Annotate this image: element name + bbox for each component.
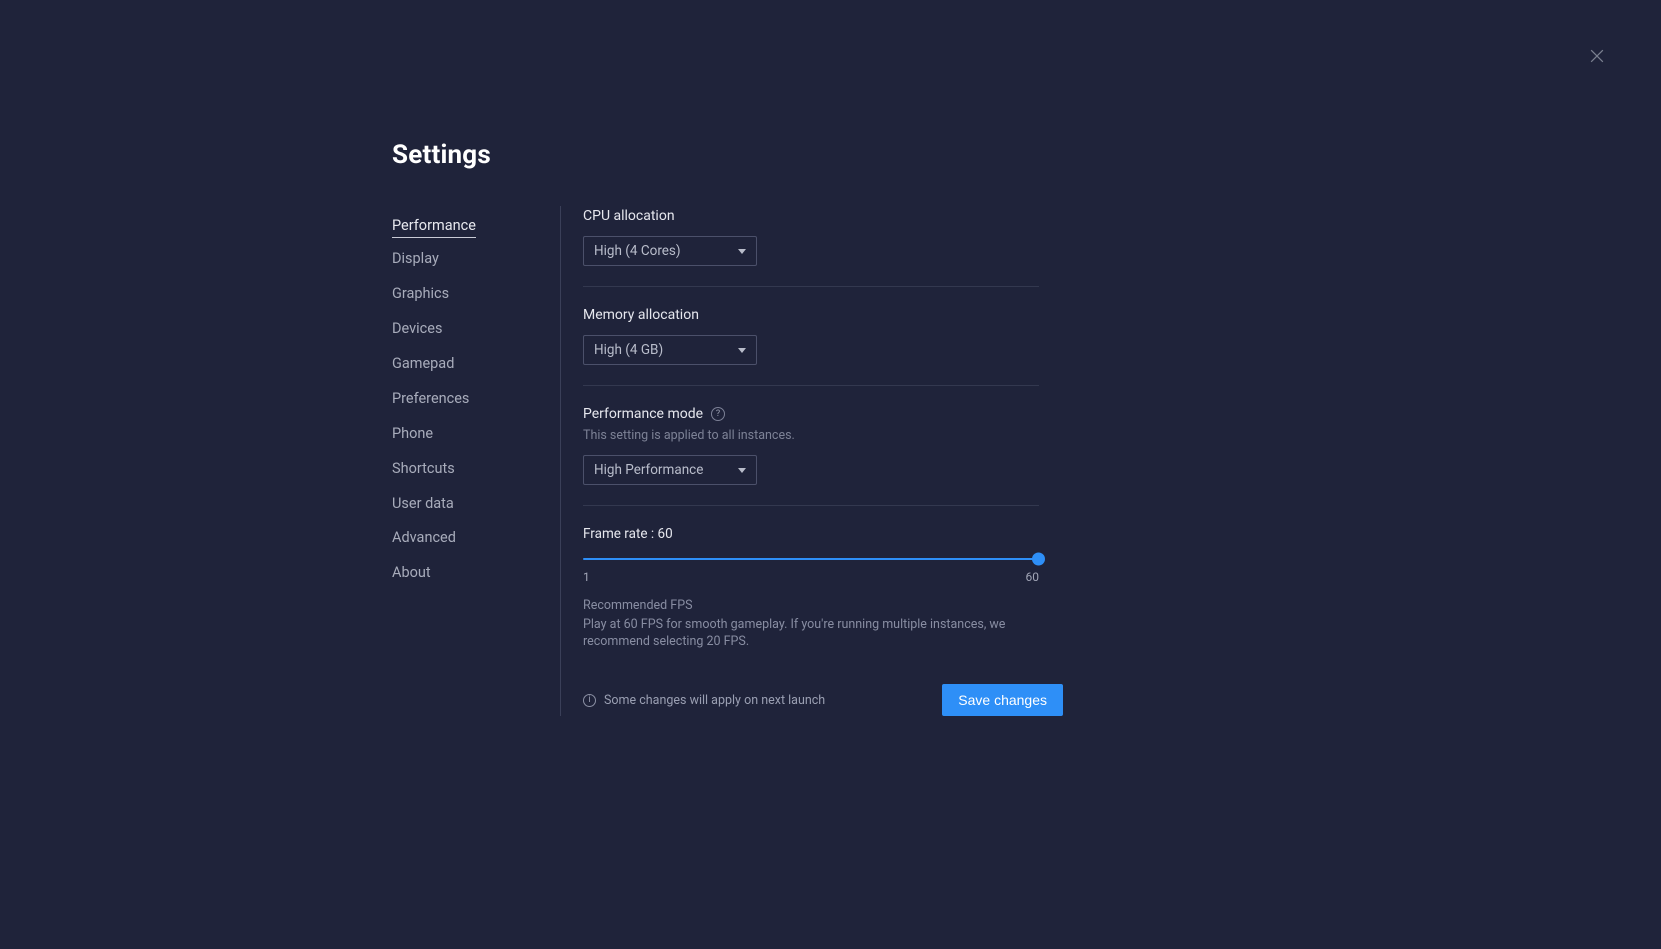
help-icon[interactable]: ? bbox=[711, 407, 725, 421]
cpu-allocation-select[interactable]: High (4 Cores) bbox=[583, 236, 757, 266]
info-icon: i bbox=[583, 694, 596, 707]
sidebar-item-performance[interactable]: Performance bbox=[392, 212, 476, 238]
chevron-down-icon bbox=[738, 468, 746, 473]
memory-allocation-select[interactable]: High (4 GB) bbox=[583, 335, 757, 365]
sidebar-item-preferences[interactable]: Preferences bbox=[392, 385, 469, 413]
performance-mode-label-text: Performance mode bbox=[583, 406, 703, 422]
sidebar-item-about[interactable]: About bbox=[392, 559, 431, 587]
sidebar-item-shortcuts[interactable]: Shortcuts bbox=[392, 455, 455, 483]
page-title: Settings bbox=[392, 140, 1064, 170]
apply-on-launch-note: i Some changes will apply on next launch bbox=[583, 693, 825, 708]
sidebar-item-devices[interactable]: Devices bbox=[392, 315, 442, 343]
chevron-down-icon bbox=[738, 348, 746, 353]
frame-rate-label-prefix: Frame rate : bbox=[583, 526, 658, 542]
chevron-down-icon bbox=[738, 249, 746, 254]
divider bbox=[583, 385, 1039, 386]
frame-rate-label: Frame rate : 60 bbox=[583, 526, 1039, 542]
save-changes-button[interactable]: Save changes bbox=[942, 684, 1063, 716]
close-icon bbox=[1587, 46, 1607, 66]
cpu-allocation-label: CPU allocation bbox=[583, 208, 1039, 224]
slider-knob[interactable] bbox=[1032, 553, 1045, 566]
recommended-fps-text: Play at 60 FPS for smooth gameplay. If y… bbox=[583, 617, 1039, 651]
settings-sidebar: Performance Display Graphics Devices Gam… bbox=[392, 206, 560, 716]
recommended-fps-title: Recommended FPS bbox=[583, 598, 1039, 613]
sidebar-item-graphics[interactable]: Graphics bbox=[392, 280, 449, 308]
vertical-divider bbox=[560, 206, 561, 716]
sidebar-item-phone[interactable]: Phone bbox=[392, 420, 433, 448]
close-button[interactable] bbox=[1587, 46, 1607, 66]
sidebar-item-user-data[interactable]: User data bbox=[392, 490, 454, 518]
performance-mode-sublabel: This setting is applied to all instances… bbox=[583, 428, 1039, 443]
settings-panel: Settings Performance Display Graphics De… bbox=[392, 140, 1064, 716]
frame-rate-min: 1 bbox=[583, 570, 590, 584]
cpu-allocation-value: High (4 Cores) bbox=[594, 243, 681, 259]
frame-rate-value: 60 bbox=[658, 526, 673, 542]
frame-rate-max: 60 bbox=[1026, 570, 1040, 584]
slider-track bbox=[583, 558, 1039, 560]
performance-mode-select[interactable]: High Performance bbox=[583, 455, 757, 485]
sidebar-item-display[interactable]: Display bbox=[392, 245, 439, 273]
apply-on-launch-text: Some changes will apply on next launch bbox=[604, 693, 825, 708]
frame-rate-slider[interactable] bbox=[583, 552, 1039, 566]
divider bbox=[583, 286, 1039, 287]
divider bbox=[583, 505, 1039, 506]
performance-mode-label: Performance mode ? bbox=[583, 406, 1039, 422]
memory-allocation-value: High (4 GB) bbox=[594, 342, 663, 358]
performance-mode-value: High Performance bbox=[594, 462, 703, 478]
settings-scroll-pane: CPU allocation High (4 Cores) Memory all… bbox=[583, 208, 1064, 656]
memory-allocation-label: Memory allocation bbox=[583, 307, 1039, 323]
sidebar-item-advanced[interactable]: Advanced bbox=[392, 524, 456, 552]
frame-rate-range: 1 60 bbox=[583, 570, 1039, 584]
sidebar-item-gamepad[interactable]: Gamepad bbox=[392, 350, 454, 378]
